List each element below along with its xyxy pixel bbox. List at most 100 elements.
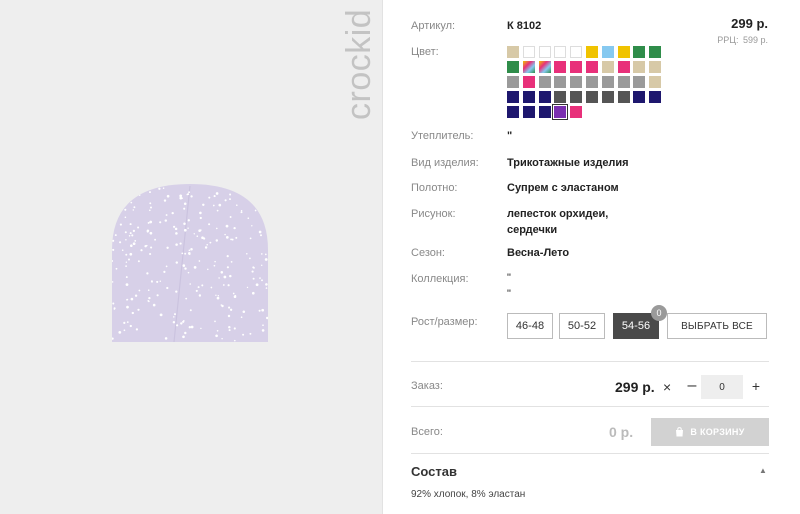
color-swatch[interactable] — [538, 91, 551, 103]
size-label: Рост/размер: — [411, 316, 478, 328]
color-swatch[interactable] — [538, 61, 551, 73]
color-swatch[interactable] — [601, 61, 614, 73]
color-swatch[interactable] — [633, 91, 646, 103]
color-swatch[interactable] — [617, 91, 630, 103]
color-swatch[interactable] — [522, 46, 535, 58]
hat-print-dot — [114, 234, 117, 237]
color-swatch[interactable] — [649, 91, 662, 103]
color-swatch[interactable] — [570, 106, 583, 118]
color-swatch[interactable] — [617, 46, 630, 58]
color-swatch[interactable] — [554, 91, 567, 103]
quantity-decrease-button[interactable]: – — [685, 376, 699, 396]
size-button-50-52[interactable]: 50-52 — [559, 313, 605, 339]
color-swatch[interactable] — [601, 91, 614, 103]
color-swatch[interactable] — [570, 61, 583, 73]
color-swatch[interactable] — [554, 76, 567, 88]
hat-print-dot — [251, 270, 254, 273]
color-swatch[interactable] — [586, 61, 598, 73]
hat-print-dot — [222, 284, 225, 286]
hat-print-dot — [188, 326, 191, 329]
hat-print-dot — [182, 335, 185, 339]
hat-print-dot — [183, 222, 186, 225]
color-swatch[interactable] — [538, 106, 551, 118]
hat-print-dot — [130, 297, 134, 301]
hat-print-dot — [166, 286, 169, 290]
hat-print-dot — [190, 248, 193, 251]
color-swatch[interactable] — [570, 76, 583, 88]
color-swatch[interactable] — [538, 76, 551, 88]
color-swatch[interactable] — [507, 76, 519, 88]
color-swatch[interactable] — [522, 76, 535, 88]
hat-print-dot — [131, 234, 134, 237]
cart-bag-icon — [676, 427, 684, 437]
hat-print-dot — [199, 229, 202, 231]
add-to-cart-label: В КОРЗИНУ — [690, 427, 745, 437]
color-swatch[interactable] — [522, 91, 535, 103]
color-swatch[interactable] — [649, 61, 662, 73]
hat-print-dot — [258, 230, 262, 234]
color-swatch[interactable] — [633, 46, 646, 58]
quantity-input[interactable] — [701, 375, 743, 399]
color-swatch[interactable] — [554, 46, 567, 58]
color-swatch[interactable] — [633, 61, 646, 73]
hat-print-dot — [146, 272, 149, 275]
color-swatch[interactable] — [570, 46, 583, 58]
color-swatch[interactable] — [617, 61, 630, 73]
color-swatch[interactable] — [570, 91, 583, 103]
hat-print-dot — [236, 204, 238, 206]
color-swatch[interactable] — [601, 46, 614, 58]
hat-print-dot — [210, 286, 213, 289]
color-swatch[interactable] — [507, 46, 519, 58]
hat-print-dot — [115, 216, 117, 219]
select-all-sizes-button[interactable]: ВЫБРАТЬ ВСЕ — [667, 313, 767, 339]
hat-print-dot — [123, 186, 126, 189]
quantity-increase-button[interactable]: + — [749, 376, 763, 396]
hat-print-dot — [163, 270, 166, 273]
hat-print-dot — [225, 224, 229, 228]
hat-print-dot — [224, 199, 227, 202]
color-swatch[interactable] — [507, 106, 519, 118]
color-swatch[interactable] — [601, 76, 614, 88]
color-swatch[interactable] — [552, 104, 569, 120]
hat-print-dot — [186, 193, 189, 196]
spec-label-season: Сезон: — [411, 247, 445, 259]
hat-print-dot — [220, 271, 224, 274]
multiply-sign: × — [663, 379, 672, 395]
color-swatch[interactable] — [586, 91, 598, 103]
spec-value-collection: " " — [507, 272, 511, 300]
color-swatch[interactable] — [522, 106, 535, 118]
color-swatch[interactable] — [507, 91, 519, 103]
hat-print-dot — [126, 298, 129, 301]
hat-print-dot — [158, 187, 161, 190]
color-swatch[interactable] — [649, 46, 662, 58]
color-swatch[interactable] — [586, 76, 598, 88]
hat-print-dot — [146, 244, 148, 247]
hat-print-dot — [124, 216, 127, 219]
hat-print-dot — [223, 275, 227, 279]
color-swatch[interactable] — [507, 61, 519, 73]
color-swatch[interactable] — [586, 46, 598, 58]
hat-print-dot — [247, 217, 250, 219]
color-swatch[interactable] — [554, 61, 567, 73]
color-swatch[interactable] — [522, 61, 535, 73]
add-to-cart-button[interactable]: В КОРЗИНУ — [651, 418, 769, 446]
composition-title[interactable]: Состав — [411, 464, 457, 479]
hat-print-dot — [198, 294, 202, 297]
hat-print-dot — [193, 266, 197, 269]
size-button-46-48[interactable]: 46-48 — [507, 313, 553, 339]
collapse-chevron-icon[interactable]: ▲ — [759, 466, 767, 475]
hat-print-dot — [199, 211, 202, 215]
total-value: 0 р. — [609, 424, 634, 440]
color-swatch[interactable] — [617, 76, 630, 88]
hat-print-dot — [215, 239, 219, 242]
hat-print-dot — [224, 233, 226, 236]
hat-print-dot — [149, 252, 152, 256]
color-swatch[interactable] — [538, 46, 551, 58]
hat-print-dot — [149, 220, 153, 224]
product-photo-hat[interactable] — [112, 184, 268, 342]
color-swatch[interactable] — [649, 76, 662, 88]
hat-print-dot — [199, 216, 202, 220]
color-swatch[interactable] — [633, 76, 646, 88]
hat-print-dot — [215, 227, 218, 230]
hat-print-dot — [129, 324, 132, 328]
